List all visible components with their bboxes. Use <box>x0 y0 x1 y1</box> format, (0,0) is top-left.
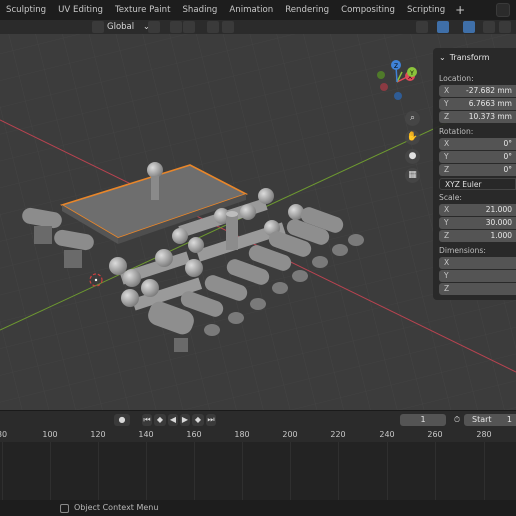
rotation-y-field[interactable]: Y 0° <box>439 151 516 163</box>
frame-gridline <box>50 442 51 500</box>
rotation-label: Rotation: <box>439 127 474 136</box>
snap-icon[interactable] <box>170 21 182 33</box>
scale-x-field[interactable]: X 21.000 <box>439 204 516 216</box>
dimensions-x-field[interactable]: X <box>439 257 516 269</box>
ruler-tick: 120 <box>90 430 106 439</box>
ruler-tick: 260 <box>427 430 443 439</box>
camera-icon[interactable]: ● <box>405 149 420 164</box>
record-icon[interactable]: ● <box>114 414 130 426</box>
visibility-icon[interactable] <box>416 21 428 33</box>
gizmo-neg-x[interactable] <box>380 83 388 91</box>
gizmo-toggle-icon[interactable] <box>437 21 449 33</box>
location-x-field[interactable]: X -27.682 mm <box>439 85 516 97</box>
dimensions-label: Dimensions: <box>439 246 486 255</box>
add-workspace-button[interactable]: + <box>451 0 469 20</box>
perspective-grid-icon[interactable]: ▦ <box>405 168 420 183</box>
ruler-tick: 80 <box>0 430 8 439</box>
tab-sculpting[interactable]: Sculpting <box>0 0 52 20</box>
frame-gridline <box>2 442 3 500</box>
tab-texture-paint[interactable]: Texture Paint <box>109 0 176 20</box>
tab-uv-editing[interactable]: UV Editing <box>52 0 109 20</box>
frame-gridline <box>98 442 99 500</box>
dimensions-z-field[interactable]: Z <box>439 283 516 295</box>
scene-selector-icon[interactable] <box>496 3 510 17</box>
ruler-tick: 240 <box>379 430 395 439</box>
frame-gridline <box>242 442 243 500</box>
timeline-header: ● ⏮ ◆ ◀ ▶ ◆ ⏭ 1 ⏱ Start 1 <box>0 410 516 428</box>
start-label: Start <box>472 415 492 424</box>
transform-panel-title[interactable]: ⌄ Transform <box>439 53 490 62</box>
play-icon[interactable]: ▶ <box>180 414 190 426</box>
rotation-x-field[interactable]: X 0° <box>439 138 516 150</box>
proportional-edit-icon[interactable] <box>207 21 219 33</box>
next-keyframe-icon[interactable]: ◆ <box>192 414 204 426</box>
scale-label: Scale: <box>439 193 462 202</box>
status-hint: Object Context Menu <box>74 503 159 512</box>
stopwatch-icon[interactable]: ⏱ <box>451 414 463 426</box>
frame-gridline <box>194 442 195 500</box>
gizmo-z-label: Z <box>394 63 398 70</box>
frame-gridline <box>435 442 436 500</box>
scale-z-field[interactable]: Z 1.000 <box>439 230 516 242</box>
location-z-field[interactable]: Z 10.373 mm <box>439 111 516 123</box>
frame-gridline <box>146 442 147 500</box>
gizmo-neg-z[interactable] <box>394 92 402 100</box>
start-frame-field[interactable]: Start 1 <box>464 414 516 426</box>
transform-orientation-dropdown[interactable]: Global ⌄ <box>107 20 150 34</box>
frame-gridline <box>290 442 291 500</box>
ruler-tick: 160 <box>186 430 202 439</box>
transform-orientation-label: Global <box>107 22 135 32</box>
gizmo-neg-y[interactable] <box>377 71 385 79</box>
gizmo-y-label: Y <box>409 70 414 77</box>
tab-animation[interactable]: Animation <box>223 0 279 20</box>
dimensions-y-field[interactable]: Y <box>439 270 516 282</box>
timeline-ruler[interactable]: 80 100 120 140 160 180 200 220 240 260 2… <box>0 428 516 442</box>
ruler-tick: 220 <box>330 430 346 439</box>
ruler-tick: 200 <box>282 430 298 439</box>
pan-hand-icon[interactable]: ✋ <box>405 130 420 145</box>
location-label: Location: <box>439 74 474 83</box>
location-y-field[interactable]: Y 6.7663 mm <box>439 98 516 110</box>
start-value: 1 <box>506 415 512 424</box>
jump-start-icon[interactable]: ⏮ <box>142 414 152 426</box>
workspace-tabs-bar: Sculpting UV Editing Texture Paint Shadi… <box>0 0 516 20</box>
chevron-down-icon: ⌄ <box>439 53 446 62</box>
ruler-tick: 180 <box>234 430 250 439</box>
play-reverse-icon[interactable]: ◀ <box>168 414 178 426</box>
ruler-tick: 140 <box>138 430 154 439</box>
transform-orientation-icon <box>92 21 104 33</box>
rotation-mode-dropdown[interactable]: XYZ Euler <box>439 178 516 190</box>
current-frame-field[interactable]: 1 <box>400 414 446 426</box>
xray-toggle-icon[interactable] <box>483 21 495 33</box>
frame-gridline <box>387 442 388 500</box>
mouse-icon <box>60 504 69 513</box>
overlays-toggle-icon[interactable] <box>463 21 475 33</box>
tab-rendering[interactable]: Rendering <box>279 0 335 20</box>
status-bar: Object Context Menu <box>0 500 516 516</box>
timeline-area[interactable] <box>0 442 516 500</box>
tab-compositing[interactable]: Compositing <box>335 0 401 20</box>
scale-y-field[interactable]: Y 30.000 <box>439 217 516 229</box>
tab-scripting[interactable]: Scripting <box>401 0 451 20</box>
rotation-z-field[interactable]: Z 0° <box>439 164 516 176</box>
navigation-gizmo[interactable]: X Y Z <box>372 56 422 106</box>
falloff-icon[interactable] <box>222 21 234 33</box>
snap-target-icon[interactable] <box>183 21 195 33</box>
tab-shading[interactable]: Shading <box>176 0 223 20</box>
pivot-point-icon[interactable] <box>148 21 160 33</box>
ruler-tick: 100 <box>42 430 58 439</box>
zoom-icon[interactable]: ⌕ <box>405 111 420 126</box>
frame-gridline <box>484 442 485 500</box>
frame-gridline <box>338 442 339 500</box>
viewport-header: Global ⌄ <box>0 20 516 34</box>
ruler-tick: 280 <box>476 430 492 439</box>
prev-keyframe-icon[interactable]: ◆ <box>154 414 166 426</box>
jump-end-icon[interactable]: ⏭ <box>206 414 216 426</box>
shading-mode-icon[interactable] <box>499 21 511 33</box>
transform-panel: ⌄ Transform Location: X -27.682 mm Y 6.7663… <box>433 48 516 300</box>
